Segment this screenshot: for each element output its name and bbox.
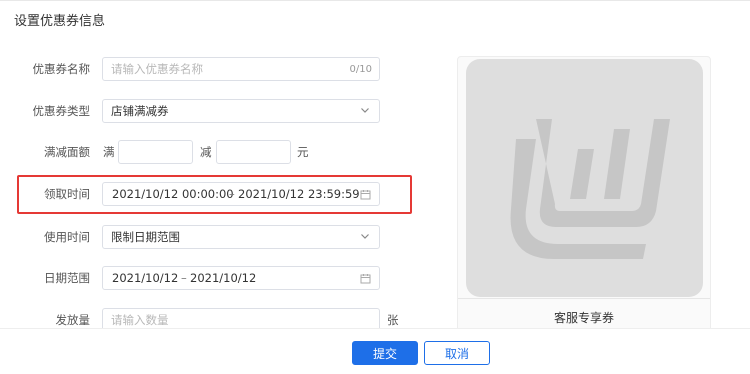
quantity-label: 发放量 <box>55 313 91 327</box>
dialog-footer: 提交 取消 <box>0 328 750 374</box>
quantity-placeholder: 请输入数量 <box>111 313 169 327</box>
card-divider <box>458 298 710 299</box>
coupon-name-label: 优惠券名称 <box>32 62 91 76</box>
coupon-preview-card: 客服专享券 <box>457 56 711 334</box>
date-range-label: 日期范围 <box>44 271 90 285</box>
use-time-row: 使用时间 限制日期范围 <box>0 225 400 249</box>
yuan-unit: 元 <box>297 145 309 159</box>
use-time-value: 限制日期范围 <box>111 230 180 244</box>
coupon-type-value: 店铺满减券 <box>111 104 169 118</box>
highlight-box <box>17 175 412 214</box>
threshold-row: 满减面额 满 减 元 <box>0 140 400 164</box>
coupon-type-label: 优惠券类型 <box>32 104 91 118</box>
char-counter: 0/10 <box>349 63 372 75</box>
coupon-preview-title: 客服专享券 <box>553 311 614 325</box>
chevron-down-icon <box>361 108 369 113</box>
date-range-row: 日期范围 2021/10/12 – 2021/10/12 <box>0 266 400 290</box>
coupon-type-row: 优惠券类型 店铺满减券 <box>0 99 400 123</box>
submit-button[interactable]: 提交 <box>352 341 418 365</box>
date-start: 2021/10/12 <box>112 271 179 285</box>
quantity-unit: 张 <box>387 313 399 327</box>
coupon-logo-image <box>466 59 703 297</box>
dialog-title: 设置优惠券信息 <box>14 14 106 29</box>
calendar-icon <box>360 274 371 284</box>
coupon-name-row: 优惠券名称 请输入优惠券名称 0/10 <box>0 57 400 81</box>
coupon-name-placeholder: 请输入优惠券名称 <box>111 62 203 76</box>
coupon-type-select[interactable]: 店铺满减券 <box>102 99 380 123</box>
use-time-label: 使用时间 <box>44 230 90 244</box>
top-divider <box>0 0 750 1</box>
use-time-select[interactable]: 限制日期范围 <box>102 225 380 249</box>
brand-logo-icon <box>510 119 670 259</box>
date-range-picker[interactable]: 2021/10/12 – 2021/10/12 <box>102 266 380 290</box>
minus-amount-input[interactable] <box>216 140 291 164</box>
date-sep: – <box>181 271 187 285</box>
cancel-button[interactable]: 取消 <box>424 341 490 365</box>
date-end: 2021/10/12 <box>190 271 257 285</box>
threshold-label: 满减面额 <box>44 145 90 159</box>
full-amount-input[interactable] <box>118 140 193 164</box>
minus-prefix: 减 <box>200 145 212 159</box>
full-prefix: 满 <box>103 145 115 159</box>
chevron-down-icon <box>361 234 369 239</box>
coupon-name-input[interactable]: 请输入优惠券名称 0/10 <box>102 57 380 81</box>
